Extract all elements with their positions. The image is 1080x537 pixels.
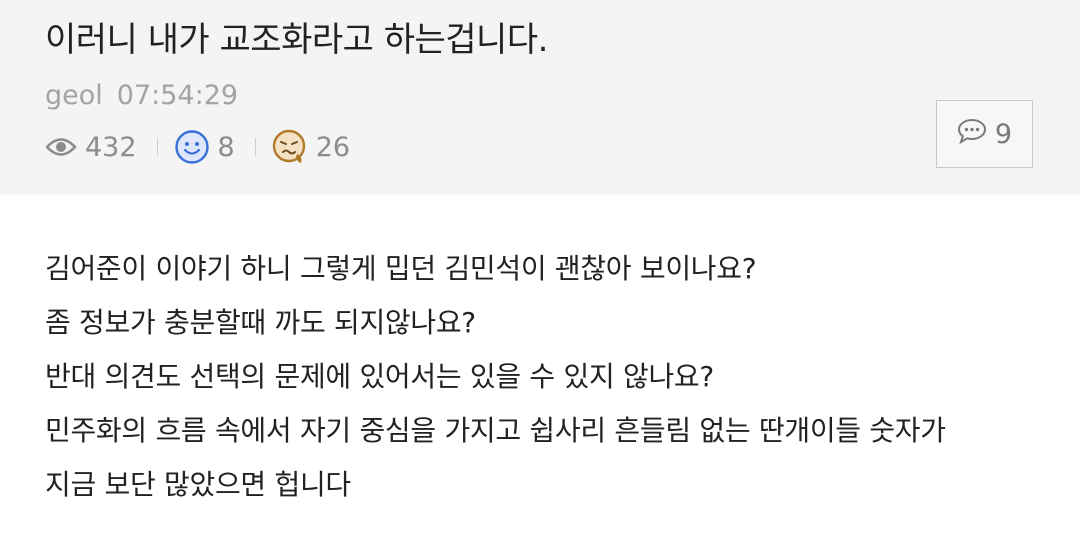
post-time: 07:54:29 xyxy=(116,80,239,111)
comment-button[interactable]: 9 xyxy=(936,100,1033,168)
dislike-count: 26 xyxy=(315,131,351,163)
view-count-value: 432 xyxy=(85,131,137,163)
eye-icon xyxy=(45,136,77,158)
post-header: 이러니 내가 교조화라고 하는겁니다. geol 07:54:29 432 8 … xyxy=(0,0,1080,195)
comment-count: 9 xyxy=(994,118,1013,150)
post-meta: geol 07:54:29 xyxy=(45,80,238,111)
content-line: 반대 의견도 선택의 문제에 있어서는 있을 수 있지 않나요? xyxy=(45,360,714,393)
content-line: 좀 정보가 충분할때 까도 되지않나요? xyxy=(45,306,476,339)
like-count: 8 xyxy=(217,131,235,163)
speech-bubble-icon xyxy=(957,118,987,151)
content-line: 민주화의 흐름 속에서 자기 중심을 가지고 쉽사리 흔들림 없는 딴개이들 숫… xyxy=(45,414,946,447)
dislike-button[interactable]: 26 xyxy=(272,129,350,165)
content-line: 지금 보단 많았으면 헙니다 xyxy=(45,468,351,501)
author-name[interactable]: geol xyxy=(45,80,103,111)
post-title: 이러니 내가 교조화라고 하는겁니다. xyxy=(45,20,548,60)
sick-face-icon xyxy=(272,129,308,165)
content-line: 김어준이 이야기 하니 그렇게 밉던 김민석이 괜찮아 보이나요? xyxy=(45,252,757,285)
like-button[interactable]: 8 xyxy=(174,129,235,165)
post-content: 김어준이 이야기 하니 그렇게 밉던 김민석이 괜찮아 보이나요? 좀 정보가 … xyxy=(45,242,1045,512)
divider xyxy=(156,138,158,156)
view-count: 432 xyxy=(45,132,137,163)
divider xyxy=(254,138,256,156)
post-stats: 432 8 26 xyxy=(45,128,350,166)
smiley-icon xyxy=(174,129,210,165)
